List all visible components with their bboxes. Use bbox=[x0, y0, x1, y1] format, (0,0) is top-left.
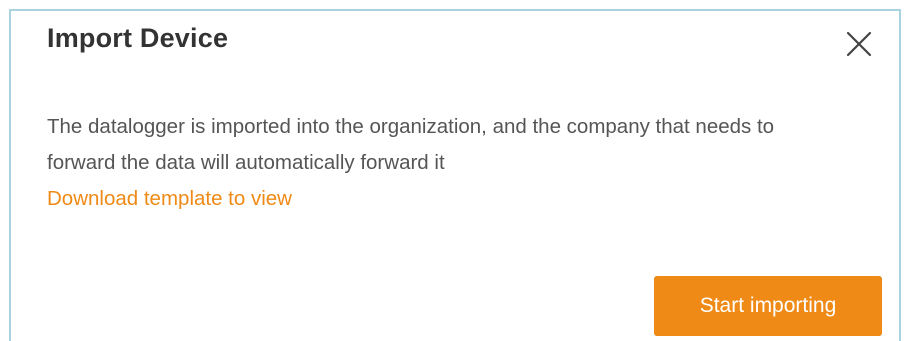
close-icon bbox=[846, 31, 872, 57]
dialog-description: The datalogger is imported into the orga… bbox=[47, 115, 775, 174]
import-device-dialog: Import Device The datalogger is imported… bbox=[9, 9, 901, 341]
download-template-link[interactable]: Download template to view bbox=[47, 183, 292, 215]
close-button[interactable] bbox=[842, 27, 876, 61]
page: Import Device The datalogger is imported… bbox=[0, 0, 907, 341]
start-importing-button[interactable]: Start importing bbox=[654, 276, 882, 336]
dialog-title: Import Device bbox=[47, 23, 229, 53]
